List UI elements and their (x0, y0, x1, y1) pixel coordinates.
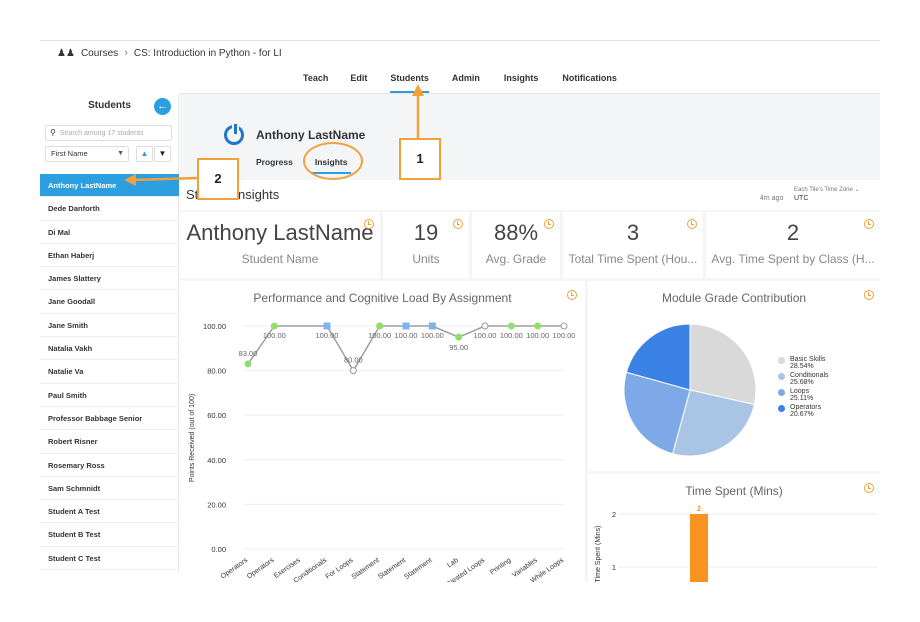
annotation-ellipse (303, 142, 363, 180)
annotation-label-1: 1 (399, 138, 441, 180)
annotation-arrow-1 (412, 84, 424, 138)
annotation-arrow-2 (124, 174, 198, 186)
annotation-label-2: 2 (197, 158, 239, 200)
annotation-overlay (124, 84, 424, 186)
